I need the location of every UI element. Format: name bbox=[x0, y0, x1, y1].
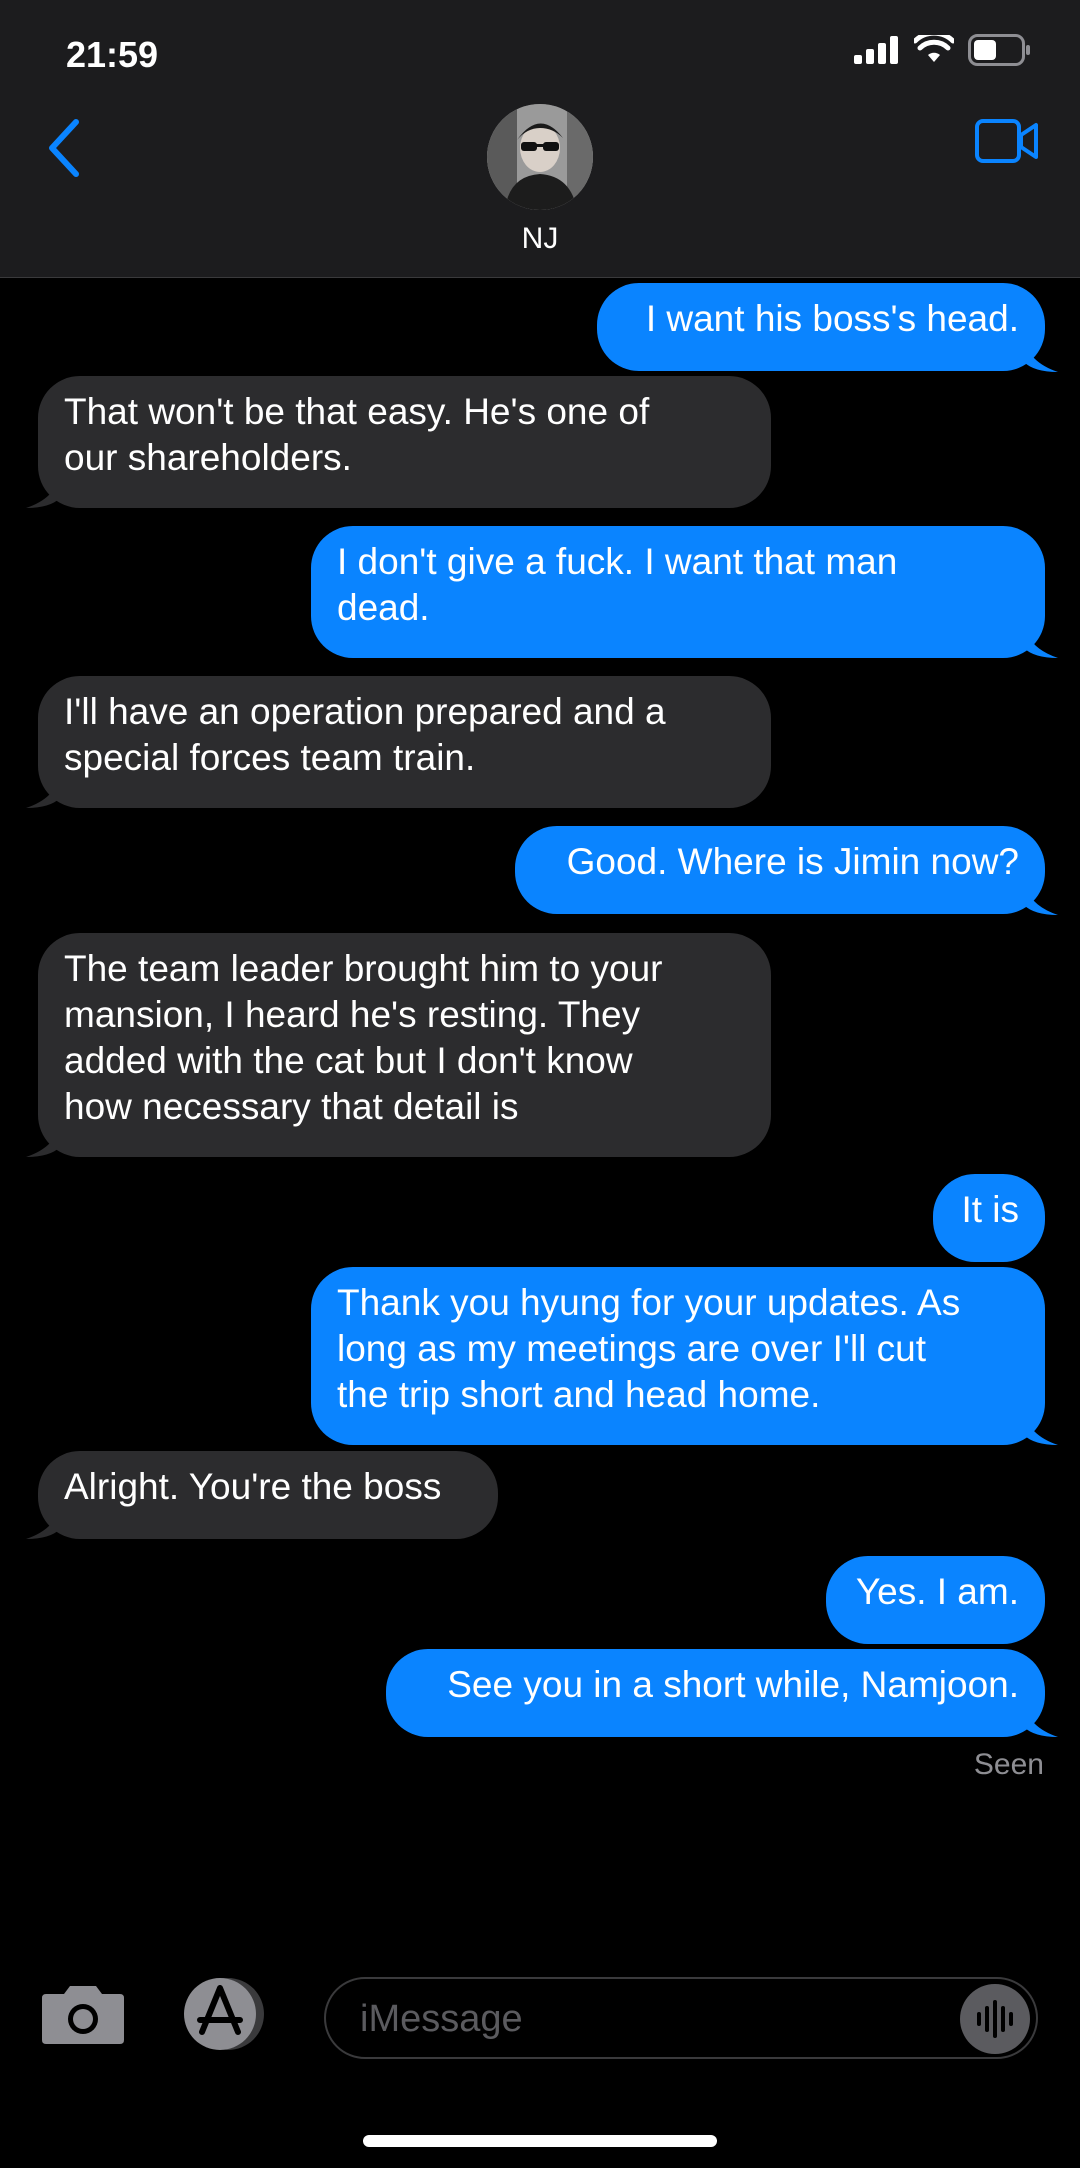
message-bubble-sent[interactable]: It is bbox=[933, 1174, 1045, 1262]
message-text-line: That won't be that easy. He's one of bbox=[64, 391, 650, 432]
message-text: It is bbox=[961, 1189, 1019, 1230]
signal-icon bbox=[854, 36, 898, 64]
home-indicator[interactable] bbox=[363, 2135, 717, 2147]
bubble-tail bbox=[26, 774, 60, 808]
message-bubble-sent[interactable]: Thank you hyung for your updates. As lon… bbox=[311, 1267, 1045, 1445]
conversation-header: 21:59 NJ bbox=[0, 0, 1080, 278]
avatar-photo-icon bbox=[487, 104, 593, 210]
message-text-line: The team leader brought him to your bbox=[64, 948, 663, 989]
battery-icon bbox=[968, 34, 1030, 66]
message-text: Yes. I am. bbox=[855, 1571, 1019, 1612]
imessage-input[interactable]: iMessage bbox=[324, 1977, 1038, 2059]
message-text-line: dead. bbox=[337, 587, 430, 628]
video-camera-icon bbox=[975, 119, 1038, 163]
message-text: Good. Where is Jimin now? bbox=[566, 841, 1019, 882]
message-bubble-sent[interactable]: See you in a short while, Namjoon. bbox=[386, 1649, 1045, 1737]
message-bubble-sent[interactable]: I want his boss's head. bbox=[597, 283, 1045, 371]
message-bubble-sent[interactable]: Good. Where is Jimin now? bbox=[515, 826, 1045, 914]
message-text: See you in a short while, Namjoon. bbox=[447, 1664, 1019, 1705]
message-text-line: the trip short and head home. bbox=[337, 1374, 821, 1415]
message-text: I want his boss's head. bbox=[645, 298, 1019, 339]
audio-message-button[interactable] bbox=[960, 1984, 1030, 2054]
message-bubble-sent[interactable]: I don't give a fuck. I want that man dea… bbox=[311, 526, 1045, 658]
message-text-line: I don't give a fuck. I want that man bbox=[337, 541, 898, 582]
audio-waveform-icon bbox=[977, 2000, 1013, 2038]
contact-avatar[interactable] bbox=[487, 104, 593, 210]
message-bubble-received[interactable]: I'll have an operation prepared and a sp… bbox=[38, 676, 771, 808]
camera-icon bbox=[42, 1986, 124, 2044]
message-composer: iMessage bbox=[0, 1960, 1080, 2090]
message-text-line: how necessary that detail is bbox=[64, 1086, 519, 1127]
message-bubble-received[interactable]: Alright. You're the boss bbox=[38, 1451, 498, 1539]
camera-button[interactable] bbox=[40, 1982, 126, 2046]
message-text-line: special forces team train. bbox=[64, 737, 476, 778]
message-text-line: mansion, I heard he's resting. They bbox=[64, 994, 641, 1035]
facetime-video-button[interactable] bbox=[974, 116, 1040, 166]
bubble-tail bbox=[26, 474, 60, 508]
message-bubble-sent[interactable]: Yes. I am. bbox=[826, 1556, 1045, 1644]
bubble-tail bbox=[26, 1505, 60, 1539]
bubble-tail bbox=[1024, 1411, 1058, 1445]
app-store-button[interactable] bbox=[176, 1974, 272, 2054]
app-store-icon bbox=[184, 1978, 264, 2050]
chevron-left-icon bbox=[49, 119, 79, 177]
input-placeholder: iMessage bbox=[360, 1998, 523, 2040]
bubble-tail bbox=[1024, 881, 1058, 915]
message-text-line: long as my meetings are over I'll cut bbox=[337, 1328, 927, 1369]
message-text-line: Thank you hyung for your updates. As bbox=[337, 1282, 961, 1323]
back-button[interactable] bbox=[40, 116, 90, 180]
message-text: Alright. You're the boss bbox=[64, 1466, 442, 1507]
read-receipt: Seen bbox=[973, 1748, 1044, 1781]
message-text-line: added with the cat but I don't know bbox=[64, 1040, 633, 1081]
bubble-tail bbox=[1024, 1703, 1058, 1737]
bubble-tail bbox=[1024, 624, 1058, 658]
status-indicators bbox=[854, 34, 1032, 66]
message-text-line: our shareholders. bbox=[64, 437, 352, 478]
bubble-tail bbox=[1024, 338, 1058, 372]
bubble-tail bbox=[26, 1123, 60, 1157]
wifi-icon bbox=[914, 35, 954, 62]
status-time: 21:59 bbox=[66, 34, 159, 75]
message-bubble-received[interactable]: That won't be that easy. He's one of our… bbox=[38, 376, 771, 508]
contact-name[interactable]: NJ bbox=[0, 222, 1080, 256]
message-text-line: I'll have an operation prepared and a bbox=[64, 691, 666, 732]
message-bubble-received[interactable]: The team leader brought him to your mans… bbox=[38, 933, 771, 1157]
